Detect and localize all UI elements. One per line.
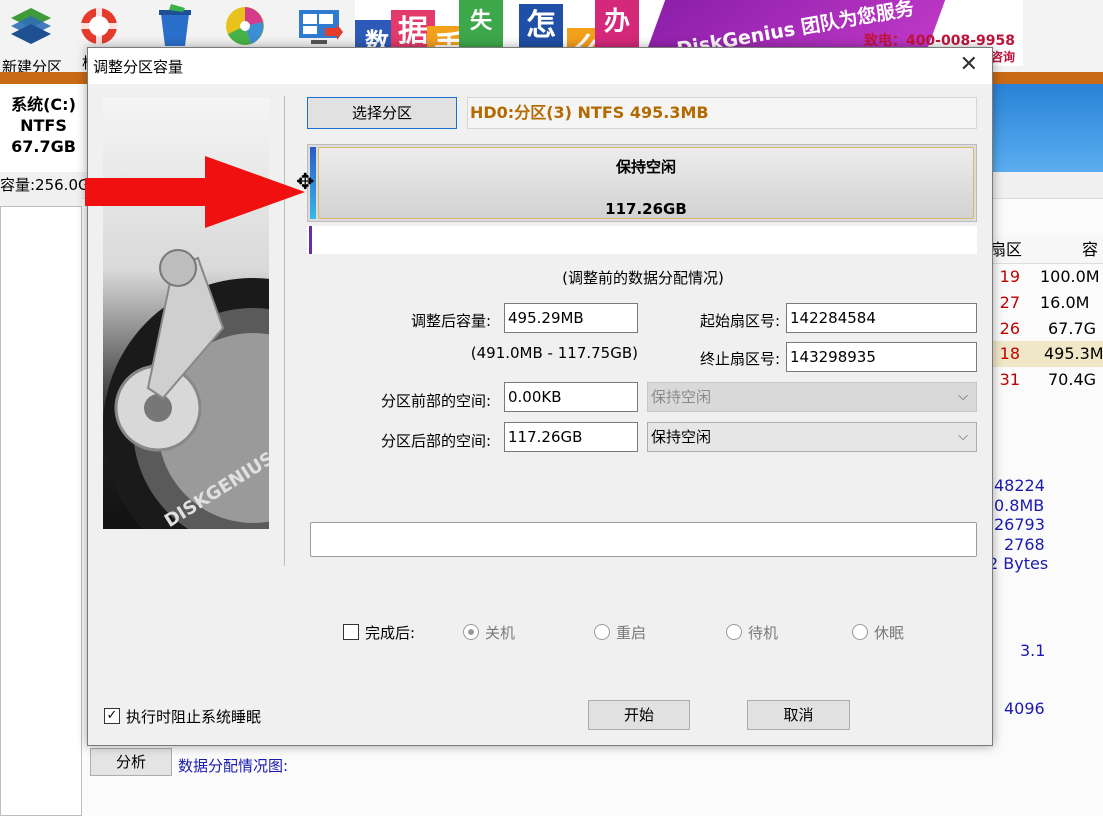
radio-shutdown-label: 关机 <box>485 624 516 642</box>
partition-table-header: 扇区 容 <box>990 236 1103 264</box>
start-sector-label: 起始扇区号: <box>699 312 780 330</box>
backup-icon <box>226 7 264 45</box>
banner-tile: 失 <box>459 0 503 48</box>
progress-bar <box>310 522 977 557</box>
info-value: 4096 <box>1004 699 1045 718</box>
system-partition-name: 系统(C:) <box>11 95 76 114</box>
free-space-segment[interactable]: 保持空闲 117.26GB <box>318 147 974 219</box>
radio-restart[interactable] <box>594 624 610 640</box>
table-row-sector: 31 <box>999 370 1020 389</box>
header-sector: 扇区 <box>990 240 1023 259</box>
system-partition-size: 67.7GB <box>11 137 76 156</box>
before-space-label: 分区前部的空间: <box>380 392 491 410</box>
capacity-range-hint: (491.0MB - 117.75GB) <box>470 344 638 362</box>
dialog-title: 调整分区容量 <box>93 58 184 76</box>
before-space-input[interactable]: 0.00KB <box>504 382 638 412</box>
disk-capacity-label: 容量:256.0G <box>0 176 90 194</box>
system-partition-fs: NTFS <box>20 116 67 135</box>
table-row-capacity: 70.4G <box>1048 370 1097 389</box>
start-button[interactable]: 开始 <box>588 700 690 730</box>
partition-size-bar[interactable]: 保持空闲 117.26GB <box>307 144 977 222</box>
migrate-icon <box>299 10 343 44</box>
before-space-option: 保持空闲 <box>651 388 712 406</box>
radio-restart-label: 重启 <box>616 624 647 642</box>
select-partition-button[interactable]: 选择分区 <box>307 97 457 129</box>
table-row-capacity: 495.3M <box>1044 344 1103 363</box>
banner-tile: 怎 <box>519 4 563 52</box>
table-row-sector: 18 <box>999 344 1020 363</box>
selected-partition-name: HD0:分区(3) NTFS 495.3MB <box>467 97 977 129</box>
delete-icon <box>159 4 191 46</box>
resize-partition-dialog: 调整分区容量 ✕ DISKGENIUS 选择分区 HD0:分区(3) NTFS … <box>87 47 993 746</box>
close-icon[interactable]: ✕ <box>960 52 978 77</box>
after-space-select[interactable]: 保持空闲 ⌵ <box>647 422 977 452</box>
radio-hibernate[interactable] <box>852 624 868 640</box>
table-row-capacity: 67.7G <box>1048 319 1097 338</box>
recover-icon <box>81 8 117 44</box>
chevron-down-icon: ⌵ <box>958 389 968 404</box>
radio-standby[interactable] <box>726 624 742 640</box>
analyze-button[interactable]: 分析 <box>90 748 172 776</box>
before-space-select[interactable]: 保持空闲 ⌵ <box>647 382 977 412</box>
banner-consult: 咨询 <box>990 50 1015 64</box>
table-row-capacity: 100.0M <box>1040 267 1100 286</box>
radio-shutdown[interactable] <box>463 624 479 640</box>
after-space-option: 保持空闲 <box>651 428 712 446</box>
new-partition-icon <box>11 8 51 44</box>
banner-tile: 办 <box>595 0 639 48</box>
prevent-sleep-checkbox[interactable]: ✓ <box>104 708 120 724</box>
info-value: 2768 <box>1004 535 1045 554</box>
free-space-size: 117.26GB <box>605 200 687 218</box>
data-distribution-label: 数据分配情况图: <box>178 757 289 775</box>
info-value: 26793 <box>994 515 1045 534</box>
new-partition-button[interactable]: 新建分区 <box>0 0 62 76</box>
info-value: 3.1 <box>1020 641 1046 660</box>
header-capacity: 容 <box>1082 240 1099 259</box>
disk-tree-panel[interactable] <box>0 206 82 816</box>
chevron-down-icon: ⌵ <box>958 429 968 444</box>
after-space-input[interactable]: 117.26GB <box>504 422 638 452</box>
end-sector-input[interactable]: 143298935 <box>786 342 977 372</box>
resize-cursor-icon: ✥ <box>296 170 315 195</box>
free-space-mode: 保持空闲 <box>615 158 676 176</box>
table-row-capacity: 16.0M <box>1040 293 1090 312</box>
after-space-label: 分区后部的空间: <box>380 432 491 450</box>
after-done-label: 完成后: <box>365 624 416 642</box>
distribution-caption: (调整前的数据分配情况) <box>562 269 724 287</box>
red-arrow-annotation <box>85 156 305 228</box>
after-done-checkbox[interactable] <box>343 624 359 640</box>
start-sector-input[interactable]: 142284584 <box>786 303 977 333</box>
dialog-titlebar[interactable]: 调整分区容量 ✕ <box>88 48 992 84</box>
radio-hibernate-label: 休眠 <box>874 624 905 642</box>
data-distribution-mark <box>309 226 312 254</box>
prevent-sleep-label: 执行时阻止系统睡眠 <box>126 708 262 726</box>
table-row-sector: 26 <box>999 319 1020 338</box>
info-value: 0.8MB <box>994 496 1045 515</box>
end-sector-label: 终止扇区号: <box>699 350 780 368</box>
cancel-button[interactable]: 取消 <box>747 700 850 730</box>
info-value: 2 Bytes <box>988 554 1049 573</box>
radio-standby-label: 待机 <box>748 624 779 642</box>
table-row-sector: 27 <box>999 293 1020 312</box>
resized-capacity-label: 调整后容量: <box>410 312 491 330</box>
system-partition-block[interactable]: 系统(C:) NTFS 67.7GB <box>0 84 88 172</box>
info-value: 48224 <box>994 476 1045 495</box>
resized-capacity-input[interactable]: 495.29MB <box>504 303 638 333</box>
data-distribution-bar <box>307 226 977 254</box>
